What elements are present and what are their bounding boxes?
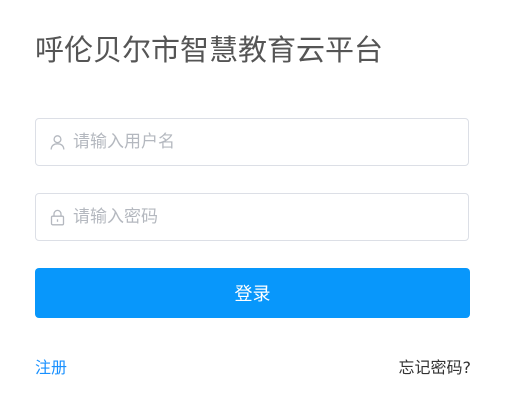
password-field[interactable] [35, 193, 469, 241]
lock-icon [50, 209, 65, 226]
password-input[interactable] [73, 194, 453, 240]
user-icon [50, 135, 65, 150]
register-link[interactable]: 注册 [35, 357, 67, 379]
forgot-password-link[interactable]: 忘记密码? [399, 357, 472, 379]
page-title: 呼伦贝尔市智慧教育云平台 [35, 33, 384, 67]
login-button[interactable]: 登录 [35, 268, 470, 318]
username-field[interactable] [35, 118, 469, 166]
username-input[interactable] [73, 119, 453, 165]
login-page: 呼伦贝尔市智慧教育云平台 登录 注册 忘记密码? [0, 0, 505, 401]
